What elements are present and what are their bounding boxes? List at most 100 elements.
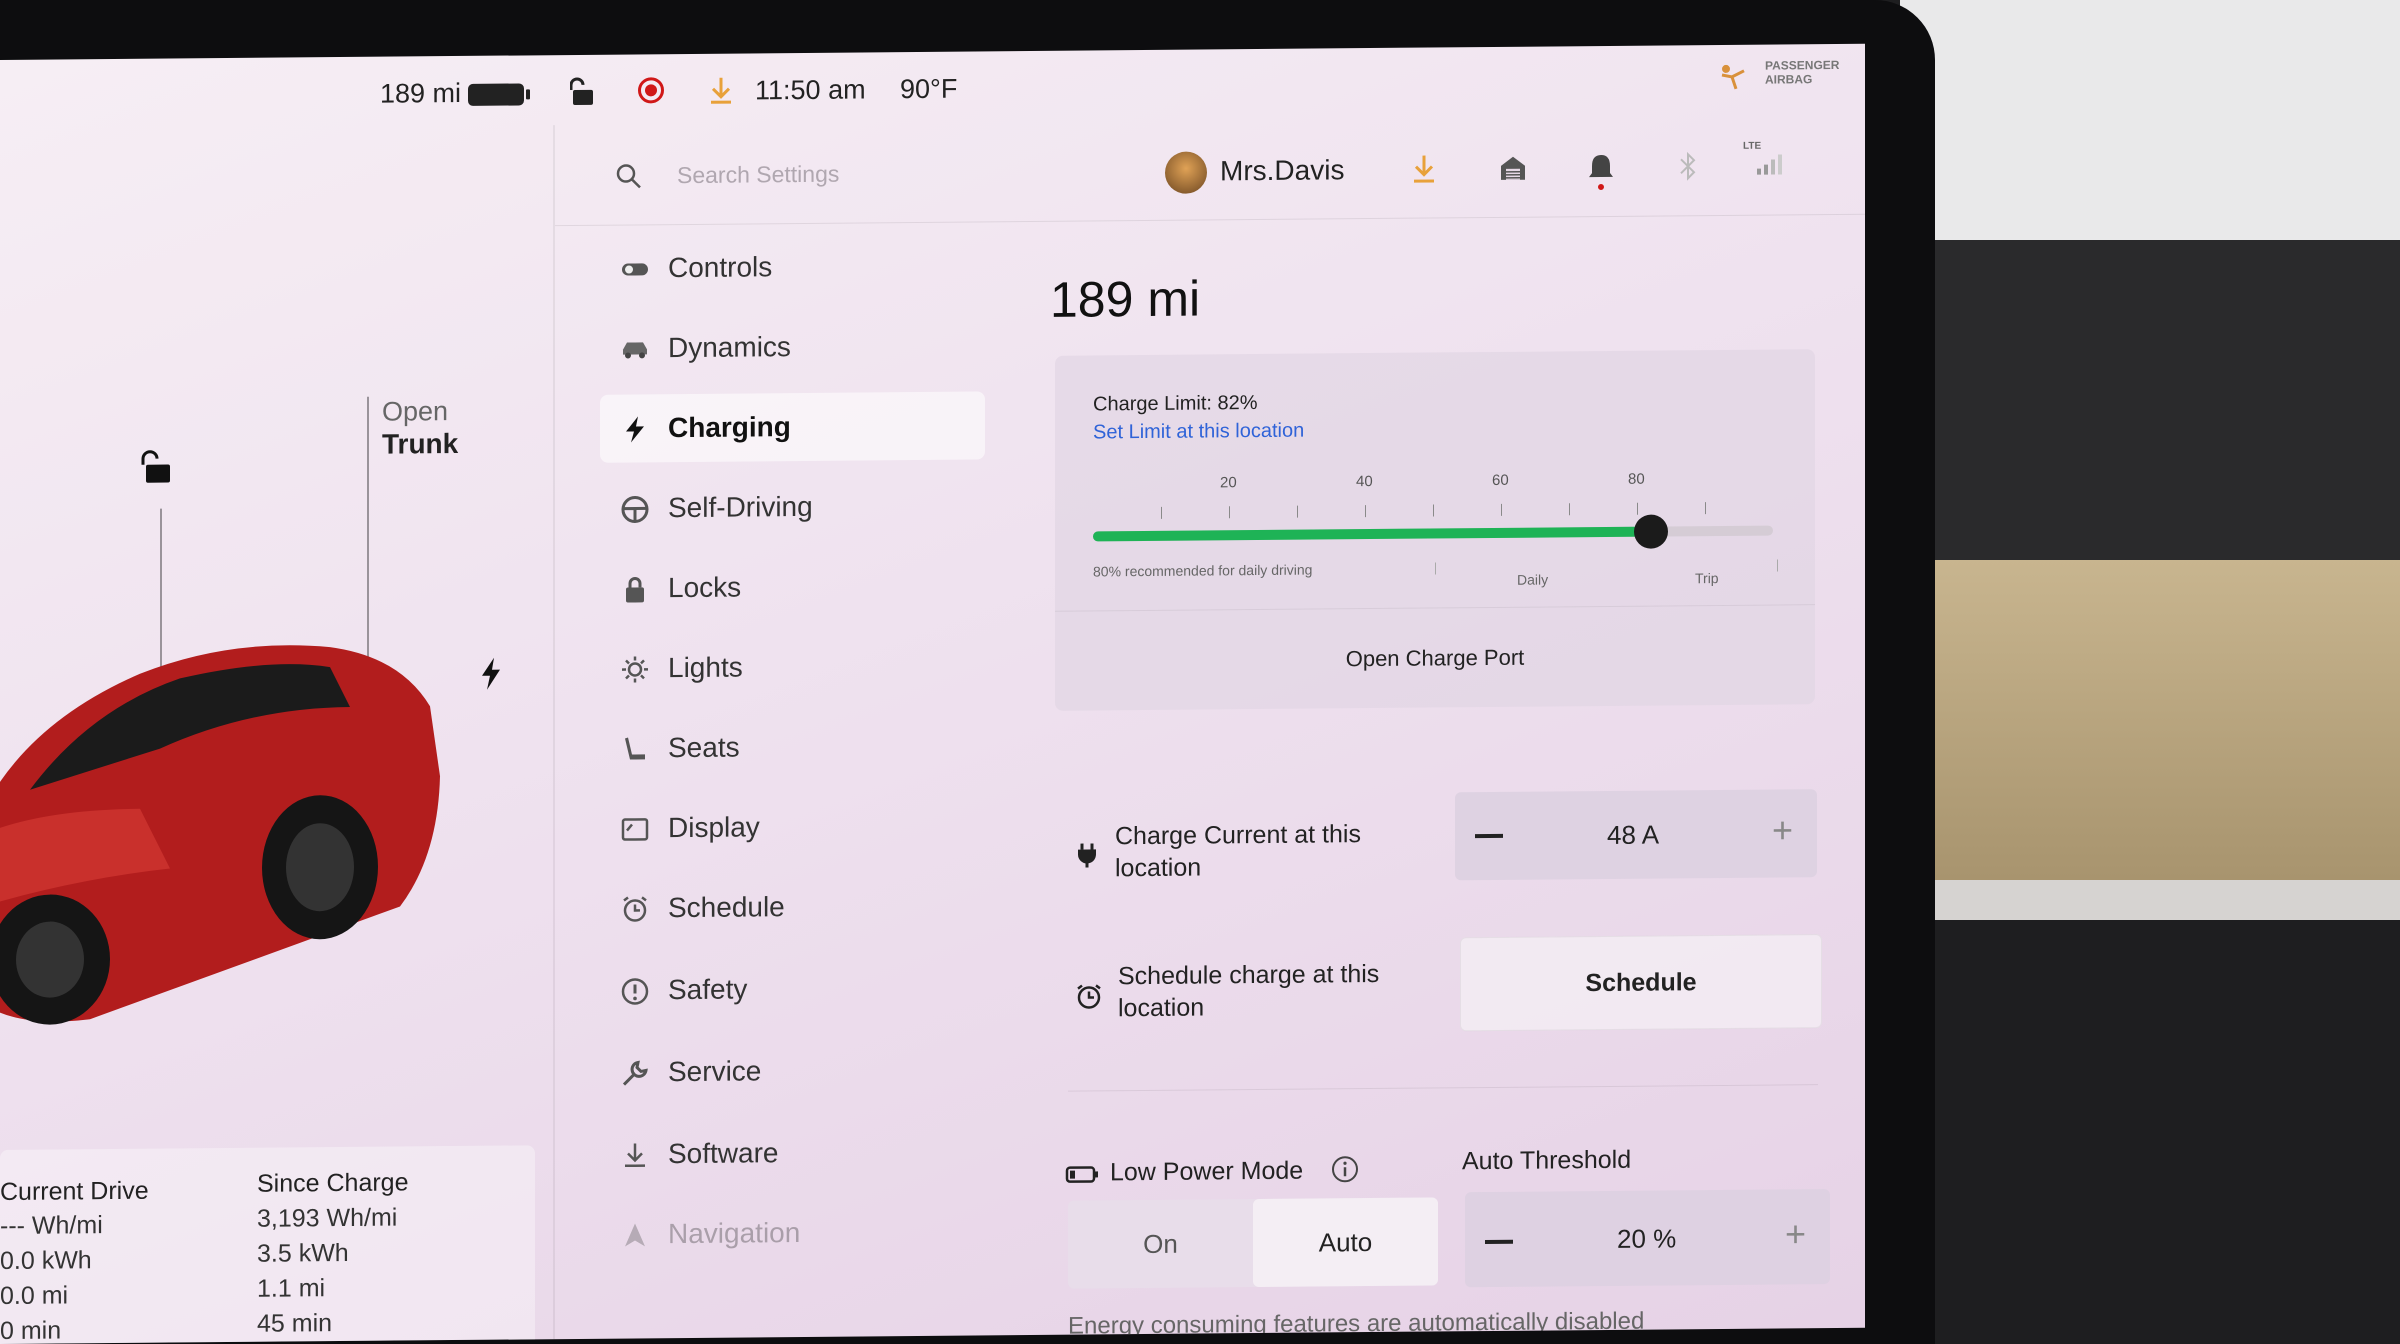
since-charge-title: Since Charge [257,1168,409,1198]
software-update-icon[interactable] [1410,153,1438,185]
sidebar-item-self-driving[interactable]: Self-Driving [600,471,985,542]
sidebar-item-label: Safety [668,973,748,1006]
sidebar-item-charging[interactable]: Charging [600,391,985,463]
download-icon [625,1143,645,1168]
sidebar-item-lights[interactable]: Lights [600,631,985,702]
sidebar-item-label: Charging [668,411,791,444]
slider-tick-label: 80 [1628,470,1645,488]
sidebar-item-label: Locks [668,571,742,604]
homelink-garage-icon[interactable] [1498,153,1528,183]
sidebar-item-label: Software [668,1137,779,1170]
settings-sidebar: Controls Dynamics Charging Self-Driving … [600,231,990,1249]
set-limit-location-link[interactable]: Set Limit at this location [1093,420,1304,445]
auto-threshold-increase-button[interactable]: + [1785,1213,1806,1255]
airbag-status: PASSENGER AIRBAG [1765,58,1839,87]
sidebar-item-seats[interactable]: Seats [600,711,985,782]
slider-tick [1569,503,1570,516]
sidebar-item-label: Service [668,1055,762,1088]
driver-profile-name[interactable]: Mrs.Davis [1220,154,1344,187]
charge-limit-slider-handle[interactable] [1633,514,1668,549]
charge-current-decrease-button[interactable] [1475,833,1503,839]
slider-tick-label: 20 [1220,474,1237,492]
low-power-mode-toggle: On Auto [1068,1197,1438,1289]
charge-current-label: Charge Current at this location [1115,820,1361,883]
sidebar-item-safety[interactable]: Safety [600,953,985,1024]
alarm-clock-icon [1077,984,1101,1009]
wrench-icon [622,1060,648,1086]
sidebar-item-navigation[interactable]: Navigation [600,1197,985,1268]
plug-icon [1078,843,1096,868]
charge-current-increase-button[interactable]: + [1772,809,1793,851]
car-panel: Open Trunk Current Drive --- Wh/mi 0.0 k… [0,125,555,1344]
avatar[interactable] [1165,151,1207,194]
info-icon[interactable] [1330,1154,1360,1184]
slider-tick-label: 60 [1492,471,1509,489]
panel-divider [553,125,555,1340]
low-power-auto-option[interactable]: Auto [1253,1197,1438,1288]
notification-bell-icon[interactable] [1587,152,1615,191]
trip-band-marker [1777,559,1778,572]
open-charge-port-button[interactable]: Open Charge Port [1055,604,1815,712]
schedule-button[interactable]: Schedule [1460,934,1822,1032]
sidebar-item-software[interactable]: Software [600,1117,985,1188]
background-interior [1900,240,2400,560]
charge-limit-slider[interactable] [1093,514,1773,549]
sidebar-item-dynamics[interactable]: Dynamics [600,311,985,382]
current-drive-title: Current Drive [0,1176,149,1206]
status-range: 189 mi [380,77,462,109]
sidebar-item-label: Self-Driving [668,490,813,524]
charge-limit-fill [1093,526,1651,542]
touchscreen: 189 mi 11:50 am 90°F PASSENGER AIRBAG Op [0,43,1865,1344]
low-power-mode-label: Low Power Mode [1110,1156,1304,1187]
charge-limit-label: Charge Limit: 82% [1093,392,1258,416]
search-input[interactable] [675,150,1079,197]
low-power-on-option[interactable]: On [1068,1199,1253,1289]
search-icon[interactable] [615,162,643,190]
sidebar-item-controls[interactable]: Controls [600,231,985,302]
car-icon [623,342,647,359]
trip-stats-card: Current Drive --- Wh/mi 0.0 kWh 0.0 mi 0… [0,1145,535,1344]
door-unlocked-icon[interactable] [138,446,178,486]
sidebar-item-label: Navigation [668,1217,801,1250]
since-charge-energy-rate: 3,193 Wh/mi [257,1203,398,1233]
charging-range-title: 189 mi [1050,270,1201,328]
background-dashboard-wood [1900,560,2400,890]
slider-tick [1637,502,1638,515]
unlocked-icon[interactable] [570,77,596,107]
status-time: 11:50 am [755,74,866,106]
open-trunk-open-label[interactable]: Open [382,396,448,428]
current-drive-time: 0 min [0,1316,62,1344]
daily-band-marker [1435,562,1436,575]
slider-tick [1501,503,1502,516]
sidebar-item-locks[interactable]: Locks [600,551,985,622]
slider-tick-label: 40 [1356,473,1373,491]
bluetooth-icon[interactable] [1677,151,1699,181]
daily-label: Daily [1517,571,1549,588]
charge-current-stepper: 48 A + [1455,789,1817,881]
bolt-icon [626,416,644,443]
charge-port-bolt-icon[interactable] [478,656,504,692]
sidebar-item-label: Display [668,811,760,844]
slider-tick [1705,502,1706,515]
toggle-icon [622,263,648,276]
alarm-clock-icon [623,896,647,922]
background-wall [1900,0,2400,250]
sidebar-item-schedule[interactable]: Schedule [600,871,985,942]
charge-limit-card: Charge Limit: 82% Set Limit at this loca… [1055,349,1815,712]
auto-threshold-decrease-button[interactable] [1485,1239,1513,1245]
open-trunk-button[interactable]: Trunk [382,428,458,461]
battery-icon [468,83,524,106]
charge-recommendation-text: 80% recommended for daily driving [1093,561,1313,580]
sidebar-item-display[interactable]: Display [600,791,985,862]
current-drive-energy: 0.0 kWh [0,1246,92,1275]
battery-outline-icon [1065,1166,1098,1183]
section-divider [1068,1084,1818,1092]
auto-threshold-label: Auto Threshold [1462,1145,1632,1176]
since-charge-distance: 1.1 mi [257,1274,326,1303]
download-icon[interactable] [708,76,734,106]
airbag-icon [1721,64,1745,90]
charge-current-value: 48 A [1607,819,1660,850]
sidebar-item-service[interactable]: Service [600,1035,985,1106]
dashcam-record-icon[interactable] [638,77,664,104]
lock-icon [626,577,644,603]
